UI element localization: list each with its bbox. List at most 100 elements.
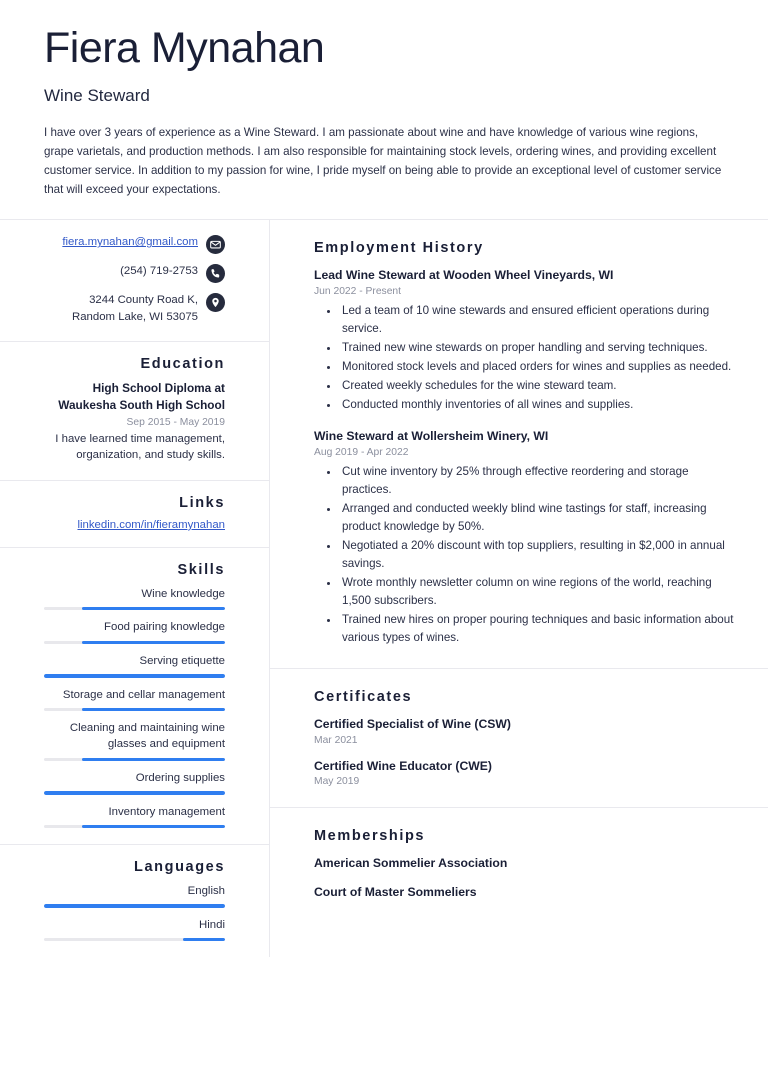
contact-row: 3244 County Road K, Random Lake, WI 5307… [44, 292, 225, 325]
skill-level-bar [44, 674, 225, 678]
skill-label: Ordering supplies [135, 771, 225, 784]
resume-header: Fiera Mynahan Wine Steward I have over 3… [0, 0, 768, 221]
employment-bullet: Trained new hires on proper pouring tech… [340, 611, 740, 647]
employment-bullet: Created weekly schedules for the wine st… [340, 377, 740, 395]
skill-level-fill [82, 640, 225, 645]
link-item[interactable]: linkedin.com/in/fieramynahan [44, 519, 225, 531]
skill-label: Wine knowledge [141, 587, 225, 600]
employment-bullet: Negotiated a 20% discount with top suppl… [340, 537, 740, 573]
certificate-name: Certified Wine Educator (CWE) [314, 758, 492, 773]
resume-body: fiera.mynahan@gmail.com (254) 719-2753 324… [0, 220, 768, 958]
skill: Food pairing knowledge [44, 619, 225, 645]
employment-history-heading: Employment History [314, 240, 484, 257]
employment-entry: Wine Steward at Wollersheim Winery, WI Au… [314, 428, 740, 647]
contact-value[interactable]: fiera.mynahan@gmail.com [62, 234, 198, 251]
employment-bullet: Trained new wine stewards on proper hand… [340, 339, 740, 357]
employment-bullet-list: Led a team of 10 wine stewards and ensur… [314, 302, 740, 414]
language: Hindi [44, 917, 225, 942]
employment-bullet: Cut wine inventory by 25% through effect… [340, 463, 740, 499]
page-title: Fiera Mynahan [44, 24, 325, 72]
contact-value: 3244 County Road K, Random Lake, WI 5307… [71, 294, 198, 323]
education-description: I have learned time management, organiza… [55, 432, 225, 462]
language-level-fill [183, 937, 225, 942]
main-content: Employment History Lead Wine Steward at … [270, 220, 768, 957]
job-title: Wine Steward [44, 86, 150, 106]
skill-level-bar [44, 640, 225, 645]
languages-heading: Languages [134, 859, 225, 876]
memberships-section: Memberships American Sommelier Associati… [270, 808, 768, 920]
education-dates: Sep 2015 - May 2019 [126, 416, 225, 428]
education-entry: High School Diploma at Waukesha South Hi… [44, 380, 225, 464]
skill: Inventory management [44, 804, 225, 829]
skills-section: Skills Wine knowledge Food pairing knowle… [0, 548, 269, 846]
employment-title: Wine Steward at Wollersheim Winery, WI [314, 429, 549, 444]
links-section: Links linkedin.com/in/fieramynahan [0, 481, 269, 548]
employment-entry: Lead Wine Steward at Wooden Wheel Vineya… [314, 267, 740, 414]
skill: Serving etiquette [44, 653, 225, 678]
language-level-bar [44, 904, 225, 908]
membership-name: Court of Master Sommeliers [314, 884, 477, 899]
language-label: English [187, 885, 225, 898]
certificate-date: May 2019 [314, 776, 360, 788]
education-heading: Education [140, 356, 225, 373]
employment-bullet: Conducted monthly inventories of all win… [340, 396, 740, 414]
skill-level-bar [44, 757, 225, 761]
employment-title: Lead Wine Steward at Wooden Wheel Vineya… [314, 268, 614, 283]
employment-bullet: Arranged and conducted weekly blind wine… [340, 500, 740, 536]
certificates-section: Certificates Certified Specialist of Win… [270, 669, 768, 809]
certificates-heading: Certificates [314, 689, 413, 706]
skill-level-fill [82, 707, 225, 712]
skill: Ordering supplies [44, 770, 225, 795]
certificate-name: Certified Specialist of Wine (CSW) [314, 717, 511, 732]
skill-level-bar [44, 824, 225, 829]
links-heading: Links [179, 494, 225, 511]
education-section: Education High School Diploma at Waukesh… [0, 342, 269, 481]
certificate-date: Mar 2021 [314, 734, 358, 746]
skill-level-fill [82, 824, 225, 829]
skill-level-bar [44, 707, 225, 712]
contact-row[interactable]: fiera.mynahan@gmail.com [44, 234, 225, 255]
skill-label: Inventory management [108, 805, 225, 818]
location-pin-icon [206, 293, 225, 313]
skill-level-bar [44, 607, 225, 611]
skill-level-fill [82, 757, 225, 761]
language-level-bar [44, 937, 225, 942]
contact-row: (254) 719-2753 [44, 263, 225, 284]
skill-label: Cleaning and maintaining wine glasses an… [69, 722, 225, 751]
contact-section: fiera.mynahan@gmail.com (254) 719-2753 324… [0, 220, 269, 343]
membership-entry: Court of Master Sommeliers [314, 884, 740, 900]
employment-dates: Aug 2019 - Apr 2022 [314, 446, 409, 458]
certificate-entry: Certified Specialist of Wine (CSW) Mar 20… [314, 716, 740, 745]
skill-level-bar [44, 791, 225, 795]
memberships-heading: Memberships [314, 828, 426, 845]
professional-summary: I have over 3 years of experience as a W… [44, 126, 722, 196]
employment-bullet: Led a team of 10 wine stewards and ensur… [340, 302, 740, 338]
employment-bullet: Monitored stock levels and placed orders… [340, 358, 740, 376]
membership-entry: American Sommelier Association [314, 855, 740, 871]
skill-label: Storage and cellar management [62, 688, 225, 701]
skill: Wine knowledge [44, 586, 225, 611]
certificate-entry: Certified Wine Educator (CWE) May 2019 [314, 758, 740, 787]
language-label: Hindi [199, 918, 225, 931]
skill: Cleaning and maintaining wine glasses an… [44, 720, 225, 761]
resume-page: Fiera Mynahan Wine Steward I have over 3… [0, 0, 768, 1086]
contact-value: (254) 719-2753 [120, 265, 198, 278]
skill-level-fill [44, 674, 225, 678]
membership-name: American Sommelier Association [314, 856, 508, 871]
skills-heading: Skills [177, 561, 225, 578]
skill-level-fill [44, 791, 225, 795]
skill: Storage and cellar management [44, 687, 225, 712]
language-level-fill [44, 904, 225, 908]
employment-bullet: Wrote monthly newsletter column on wine … [340, 574, 740, 610]
languages-section: Languages English Hindi [0, 845, 269, 957]
sidebar: fiera.mynahan@gmail.com (254) 719-2753 324… [0, 220, 270, 958]
phone-icon [206, 264, 225, 284]
language: English [44, 883, 225, 908]
skill-level-fill [82, 607, 225, 611]
employment-bullet-list: Cut wine inventory by 25% through effect… [314, 463, 740, 648]
envelope-icon [206, 235, 225, 255]
employment-dates: Jun 2022 - Present [314, 285, 402, 297]
skill-label: Food pairing knowledge [104, 621, 225, 634]
skill-label: Serving etiquette [139, 655, 226, 668]
employment-history-section: Employment History Lead Wine Steward at … [270, 220, 768, 670]
